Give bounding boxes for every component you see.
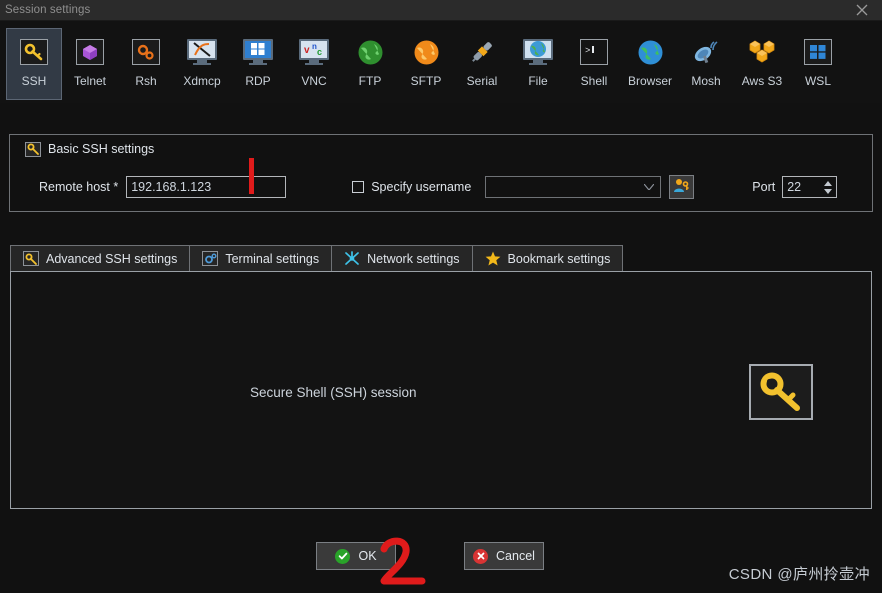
protocol-label: WSL	[804, 74, 831, 88]
protocol-label: RDP	[245, 74, 271, 88]
key-icon	[18, 36, 50, 68]
protocol-item-wsl[interactable]: WSL	[790, 28, 846, 100]
x-circle-icon	[473, 548, 489, 564]
satellite-dish-icon	[690, 36, 722, 68]
spinner-up-icon[interactable]	[824, 180, 833, 186]
protocol-item-vnc[interactable]: v n c VNC	[286, 28, 342, 100]
protocol-item-telnet[interactable]: Telnet	[62, 28, 118, 100]
terminal-gear-icon	[202, 251, 219, 266]
aws-cubes-icon	[746, 36, 778, 68]
protocol-label: Rsh	[135, 74, 157, 88]
protocol-item-rsh[interactable]: Rsh	[118, 28, 174, 100]
svg-text:v: v	[304, 45, 310, 56]
key-icon	[23, 251, 39, 266]
user-key-icon	[673, 177, 690, 198]
protocol-item-ssh[interactable]: SSH	[6, 28, 62, 100]
watermark: CSDN @庐州拎壶冲	[728, 566, 870, 583]
terminal-prompt-icon: >	[578, 36, 610, 68]
tab-network-settings[interactable]: Network settings	[331, 245, 473, 271]
tab-label: Advanced SSH settings	[46, 251, 178, 266]
tab-terminal-settings[interactable]: Terminal settings	[189, 245, 333, 271]
protocol-label: VNC	[301, 74, 327, 88]
settings-tab-strip: Advanced SSH settings Terminal settings …	[10, 245, 624, 271]
gears-icon	[130, 36, 162, 68]
close-icon[interactable]	[842, 0, 882, 20]
protocol-item-mosh[interactable]: Mosh	[678, 28, 734, 100]
protocol-item-sftp[interactable]: SFTP	[398, 28, 454, 100]
protocol-item-rdp[interactable]: RDP	[230, 28, 286, 100]
check-circle-icon	[335, 548, 351, 564]
tab-label: Network settings	[367, 251, 460, 266]
spinner-down-icon[interactable]	[824, 188, 833, 194]
protocol-item-file[interactable]: File	[510, 28, 566, 100]
protocol-item-shell[interactable]: > Shell	[566, 28, 622, 100]
protocol-label: Browser	[627, 74, 672, 88]
tab-bookmark-settings[interactable]: Bookmark settings	[471, 245, 624, 271]
tab-label: Terminal settings	[225, 251, 320, 266]
protocol-item-serial[interactable]: Serial	[454, 28, 510, 100]
protocol-item-xdmcp[interactable]: Xdmcp	[174, 28, 230, 100]
protocol-item-browser[interactable]: Browser	[622, 28, 678, 100]
protocol-label: Aws S3	[741, 74, 783, 88]
session-description: Secure Shell (SSH) session	[250, 385, 417, 400]
serial-plug-icon	[466, 36, 498, 68]
specify-username-label: Specify username	[371, 180, 472, 194]
vnc-monitor-icon: v n c	[298, 36, 330, 68]
svg-text:>: >	[585, 46, 590, 56]
windows-monitor-icon	[242, 36, 274, 68]
specify-username-checkbox[interactable]	[352, 181, 365, 193]
port-value[interactable]: 22	[783, 180, 820, 194]
session-key-icon	[749, 364, 813, 420]
file-monitor-icon	[522, 36, 554, 68]
cube-icon	[74, 36, 106, 68]
remote-host-label: Remote host *	[39, 180, 119, 194]
username-combobox[interactable]	[485, 176, 662, 198]
protocol-item-ftp[interactable]: FTP	[342, 28, 398, 100]
protocol-label: File	[528, 74, 548, 88]
network-node-icon	[344, 251, 360, 266]
cancel-label: Cancel	[496, 549, 535, 563]
protocol-label: SFTP	[410, 74, 442, 88]
title-bar: Session settings	[0, 0, 882, 21]
protocol-toolbar: SSH Telnet Rsh Xdmcp RDP v n c VNC FTP S…	[0, 21, 882, 103]
port-spinner[interactable]: 22	[782, 176, 838, 198]
svg-text:c: c	[317, 47, 322, 57]
basic-ssh-settings-legend: Basic SSH settings	[18, 136, 165, 162]
x-monitor-icon	[186, 36, 218, 68]
protocol-label: Xdmcp	[183, 74, 221, 88]
key-icon	[25, 141, 41, 157]
windows-logo-icon	[802, 36, 834, 68]
remote-host-input[interactable]	[126, 176, 287, 198]
protocol-label: Mosh	[691, 74, 721, 88]
tab-label: Bookmark settings	[507, 251, 611, 266]
basic-ssh-settings-row: Remote host * Specify username Port 22	[9, 172, 873, 202]
chevron-down-icon	[643, 182, 655, 192]
protocol-label: SSH	[21, 74, 47, 88]
tab-advanced-ssh-settings[interactable]: Advanced SSH settings	[10, 245, 191, 271]
cancel-button[interactable]: Cancel	[464, 542, 544, 570]
session-content-panel	[10, 271, 872, 509]
protocol-label: FTP	[358, 74, 382, 88]
protocol-item-aws-s3[interactable]: Aws S3	[734, 28, 790, 100]
user-key-button[interactable]	[669, 175, 695, 199]
protocol-label: Telnet	[73, 74, 107, 88]
protocol-label: Shell	[580, 74, 608, 88]
annotation-1-marker	[249, 158, 254, 194]
orange-globe-icon	[410, 36, 442, 68]
port-label: Port	[752, 180, 776, 194]
ok-button[interactable]: OK	[316, 542, 396, 570]
blue-globe-icon	[634, 36, 666, 68]
window-title: Session settings	[5, 4, 91, 16]
legend-label: Basic SSH settings	[48, 142, 155, 156]
green-globe-icon	[354, 36, 386, 68]
spinner-arrows-icon[interactable]	[820, 177, 836, 197]
ok-label: OK	[358, 549, 377, 563]
star-icon	[485, 251, 501, 266]
protocol-label: Serial	[466, 74, 498, 88]
